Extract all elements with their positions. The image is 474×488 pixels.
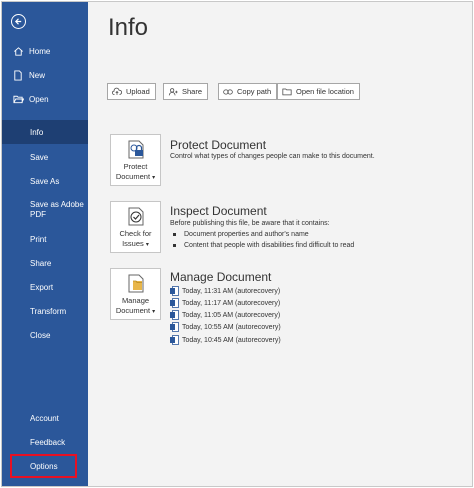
sidebar-item-export[interactable]: Export [2, 280, 88, 294]
protect-button-label-line1: Protect [123, 162, 148, 171]
sidebar-item-transform[interactable]: Transform [2, 304, 88, 318]
word-document-icon [170, 322, 179, 332]
sidebar-item-label: Info [30, 127, 44, 137]
sidebar-item-print[interactable]: Print [2, 232, 88, 246]
sidebar-item-save-as[interactable]: Save As [2, 174, 88, 188]
sidebar-item-label: Print [30, 234, 47, 244]
folder-open-icon [12, 93, 24, 105]
caret-down-icon: ▾ [145, 242, 149, 248]
home-icon [12, 45, 24, 57]
bullet-icon [173, 233, 176, 236]
link-icon [223, 87, 233, 97]
inspect-bullet-item: Content that people with disabilities fi… [173, 242, 354, 249]
arrow-left-icon [14, 18, 22, 25]
sidebar-item-share[interactable]: Share [2, 256, 88, 270]
copy-path-button[interactable]: Copy path [218, 83, 278, 100]
protect-document-title: Protect Document [170, 138, 267, 152]
version-link[interactable]: Today, 11:05 AM (autorecovery) [170, 310, 280, 320]
options-highlight-box [10, 454, 77, 478]
sidebar-item-label: Save [30, 152, 49, 162]
sidebar-item-label: Share [30, 258, 52, 268]
upload-button[interactable]: Upload [107, 83, 156, 100]
protect-document-button[interactable]: Protect Document ▾ [110, 134, 161, 186]
sidebar-item-label: Open [29, 94, 49, 104]
sidebar-item-label: Feedback [30, 437, 66, 447]
backstage-sidebar: Home New Open Info Save Save As Save as … [2, 2, 88, 486]
version-label: Today, 11:17 AM (autorecovery) [182, 299, 281, 307]
sidebar-item-label: Home [29, 46, 51, 56]
word-document-icon [170, 286, 179, 296]
sidebar-item-label: Close [30, 330, 51, 340]
document-folder-icon [125, 273, 147, 295]
sidebar-item-feedback[interactable]: Feedback [2, 435, 88, 449]
share-button[interactable]: Share [163, 83, 209, 100]
word-document-icon [170, 310, 179, 320]
version-label: Today, 11:31 AM (autorecovery) [182, 287, 281, 295]
inspect-bullet-text: Content that people with disabilities fi… [184, 242, 355, 249]
check-button-label-line2: Issues [122, 239, 144, 248]
manage-document-button[interactable]: Manage Document ▾ [110, 268, 161, 320]
person-share-icon [168, 87, 178, 97]
lock-document-icon [125, 139, 147, 161]
share-label: Share [182, 87, 203, 96]
caret-down-icon: ▾ [152, 309, 156, 315]
sidebar-item-close[interactable]: Close [2, 328, 88, 342]
sidebar-item-account[interactable]: Account [2, 411, 88, 425]
open-file-location-button[interactable]: Open file location [277, 83, 360, 100]
sidebar-item-new[interactable]: New [2, 68, 88, 82]
sidebar-item-label: Account [30, 413, 59, 423]
check-button-label-line1: Check for [119, 229, 152, 238]
manage-button-label-line1: Manage [121, 296, 150, 305]
sidebar-item-save-as-adobe-pdf[interactable]: Save as Adobe PDF [2, 199, 88, 221]
sidebar-item-home[interactable]: Home [2, 44, 88, 58]
sidebar-item-label: New [29, 70, 46, 80]
sidebar-item-info[interactable]: Info [2, 120, 88, 144]
page-title: Info [108, 14, 149, 41]
protect-document-description: Control what types of changes people can… [170, 153, 375, 160]
caret-down-icon: ▾ [152, 175, 156, 181]
version-link[interactable]: Today, 11:17 AM (autorecovery) [170, 298, 280, 308]
inspect-document-title: Inspect Document [170, 204, 267, 218]
manage-document-title: Manage Document [170, 270, 272, 284]
sidebar-item-label: Transform [30, 306, 67, 316]
version-link[interactable]: Today, 11:31 AM (autorecovery) [170, 286, 280, 296]
new-document-icon [12, 69, 24, 81]
sidebar-item-open[interactable]: Open [2, 92, 88, 106]
inspect-bullet-item: Document properties and author's name [173, 231, 309, 238]
open-file-location-label: Open file location [296, 87, 354, 96]
copy-path-label: Copy path [237, 87, 272, 96]
protect-button-label-line2: Document [115, 172, 151, 181]
sidebar-item-label: Save as Adobe PDF [30, 200, 84, 219]
check-for-issues-button[interactable]: Check for Issues ▾ [110, 201, 161, 253]
version-label: Today, 10:55 AM (autorecovery) [182, 323, 281, 331]
sidebar-item-save[interactable]: Save [2, 150, 88, 164]
word-document-icon [170, 298, 179, 308]
cloud-upload-icon [112, 87, 122, 97]
sidebar-item-label: Save As [30, 176, 60, 186]
sidebar-item-label: Export [30, 282, 54, 292]
version-label: Today, 10:45 AM (autorecovery) [182, 336, 281, 344]
inspect-bullet-text: Document properties and author's name [184, 231, 309, 238]
inspect-document-description: Before publishing this file, be aware th… [170, 220, 330, 227]
manage-button-label-line2: Document [115, 306, 151, 315]
info-pane: Info Upload Share Copy path Open file lo… [88, 2, 472, 486]
version-label: Today, 11:05 AM (autorecovery) [182, 311, 281, 319]
bullet-icon [173, 244, 176, 247]
document-check-icon [125, 206, 147, 228]
version-link[interactable]: Today, 10:55 AM (autorecovery) [170, 322, 281, 332]
word-document-icon [170, 335, 179, 345]
word-backstage-window: Home New Open Info Save Save As Save as … [1, 1, 473, 487]
folder-icon [282, 87, 292, 97]
version-link[interactable]: Today, 10:45 AM (autorecovery) [170, 335, 281, 345]
back-button[interactable] [11, 14, 26, 29]
upload-label: Upload [126, 87, 150, 96]
